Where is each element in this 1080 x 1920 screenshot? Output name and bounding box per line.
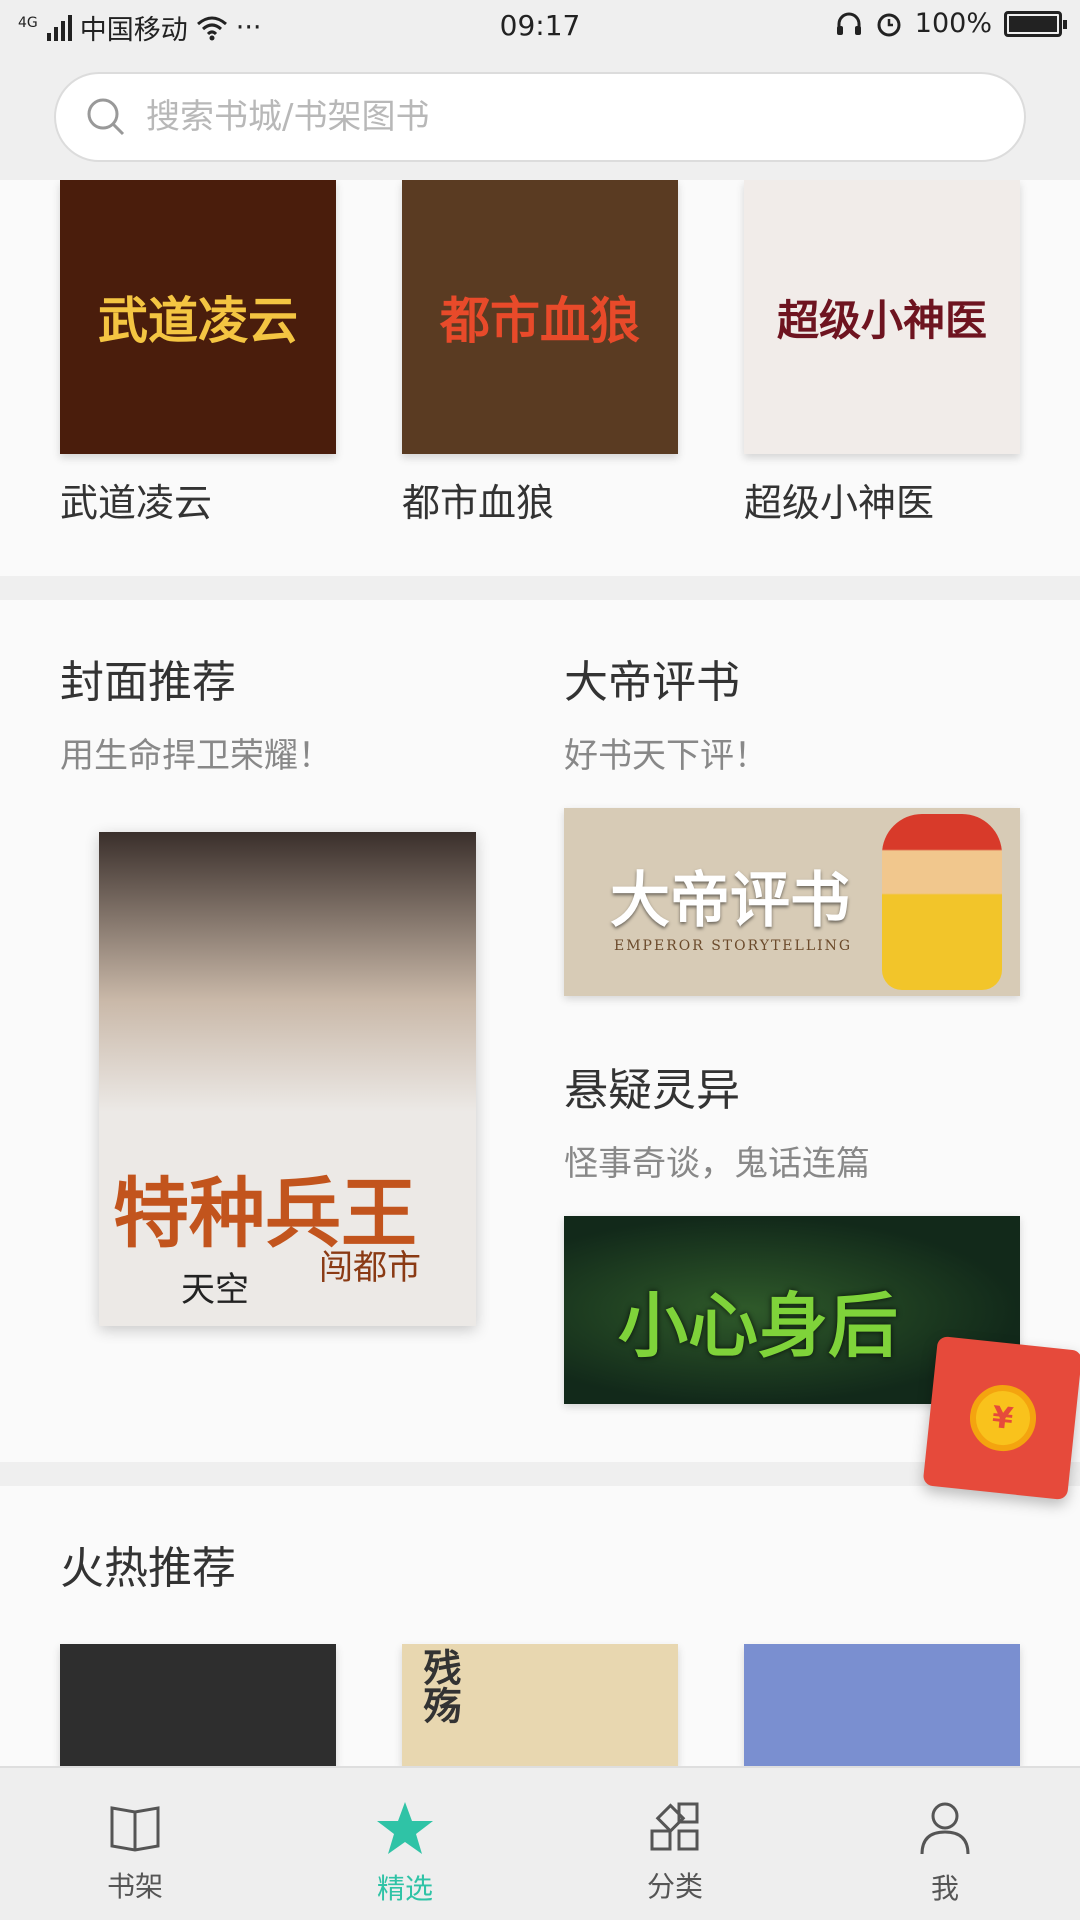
emperor-character [882,814,1002,990]
bottom-nav: 书架 精选 分类 我 [0,1766,1080,1920]
book-item[interactable]: 武道凌云 武道凌云 [60,180,336,527]
mystery-section-title: 悬疑灵异 [564,1065,740,1116]
search-icon [87,98,125,136]
top-books-section: 武道凌云 武道凌云 都市血狼 都市血狼 超级小神医 超级小神医 [0,180,1080,576]
nav-item[interactable]: 精选 [270,1768,540,1920]
red-packet-button[interactable]: ¥ [922,1335,1080,1501]
emperor-section-title: 大帝评书 [564,657,740,708]
book-cover[interactable]: 武道凌云 [60,180,336,454]
emperor-banner-subtitle: EMPEROR STORYTELLING [614,938,853,954]
book-icon [108,1800,162,1861]
status-bar: 4G 中国移动 ··· 09:17 100% [0,0,1080,54]
book-title: 超级小神医 [744,481,935,525]
hot-section: 火热推荐 残殇 [0,1486,1080,1766]
coin-icon: ¥ [966,1381,1039,1455]
hot-books-grid: 残殇 [60,1644,1020,1766]
nav-label: 分类 [646,1870,703,1903]
emperor-banner[interactable]: 大帝评书 EMPEROR STORYTELLING [564,808,1020,996]
hot-book-cover[interactable] [744,1644,1020,1766]
book-item[interactable]: 都市血狼 都市血狼 [402,180,678,527]
hot-book-cover[interactable]: 残殇 [402,1644,678,1766]
star-icon [375,1800,435,1863]
search-input[interactable] [146,97,946,137]
cover-title: 残殇 [417,1648,462,1724]
mystery-section-subtitle: 怪事奇谈，鬼话连篇 [564,1144,870,1184]
headset-icon [836,12,861,35]
cover-section-subtitle: 用生命捍卫荣耀！ [60,736,332,776]
featured-cover[interactable]: 特种兵王 闯都市 天空 [99,832,476,1326]
battery-fill [1009,15,1057,32]
hot-book-cover[interactable] [60,1644,336,1766]
nav-item[interactable]: 我 [810,1768,1080,1920]
cover-section-title: 封面推荐 [60,657,236,708]
book-item[interactable]: 超级小神医 超级小神医 [744,180,1020,527]
cover-illustration [99,832,476,1112]
nav-label: 书架 [106,1870,163,1903]
screen: 4G 中国移动 ··· 09:17 100% 搜索书城/书架图书 武道凌云 武道… [0,0,1080,1920]
status-right: 100% [835,8,1067,39]
cover-title: 超级小神医 [776,295,987,345]
hot-section-title: 火热推荐 [60,1543,236,1594]
nav-label: 我 [930,1872,959,1905]
featured-cover-subtitle: 闯都市 [319,1248,421,1288]
battery-icon [1004,10,1067,37]
mystery-banner-title: 小心身后 [618,1284,898,1367]
nav-item[interactable]: 分类 [540,1768,810,1920]
category-icon [648,1800,702,1861]
book-title: 武道凌云 [60,481,213,525]
emperor-section-subtitle: 好书天下评！ [564,736,768,776]
alarm-icon [877,13,901,36]
book-title: 都市血狼 [402,481,555,525]
recommend-section: 封面推荐 用生命捍卫荣耀！ 特种兵王 闯都市 天空 大帝评书 好书天下评！ 大帝… [0,600,1080,1462]
search-bar [0,54,1080,180]
content-scroll[interactable]: 武道凌云 武道凌云 都市血狼 都市血狼 超级小神医 超级小神医 封面推荐 用生命捍卫荣耀！… [0,180,1080,1766]
divider [0,576,1080,600]
cover-title: 武道凌云 [98,291,298,350]
book-cover[interactable]: 都市血狼 [402,180,678,454]
featured-cover-author: 天空 [181,1270,249,1310]
yuan-symbol: ¥ [990,1399,1015,1437]
emperor-banner-title: 大帝评书 [610,866,850,936]
divider [0,1462,1080,1486]
nav-item[interactable]: 书架 [0,1768,270,1920]
cover-title: 都市血狼 [440,291,640,350]
battery-text: 100% [914,8,992,39]
user-icon [918,1800,972,1863]
nav-label: 精选 [376,1872,433,1905]
top-books-grid: 武道凌云 武道凌云 都市血狼 都市血狼 超级小神医 超级小神医 [60,180,1020,527]
book-cover[interactable]: 超级小神医 [744,180,1020,454]
search-box[interactable] [54,72,1026,162]
